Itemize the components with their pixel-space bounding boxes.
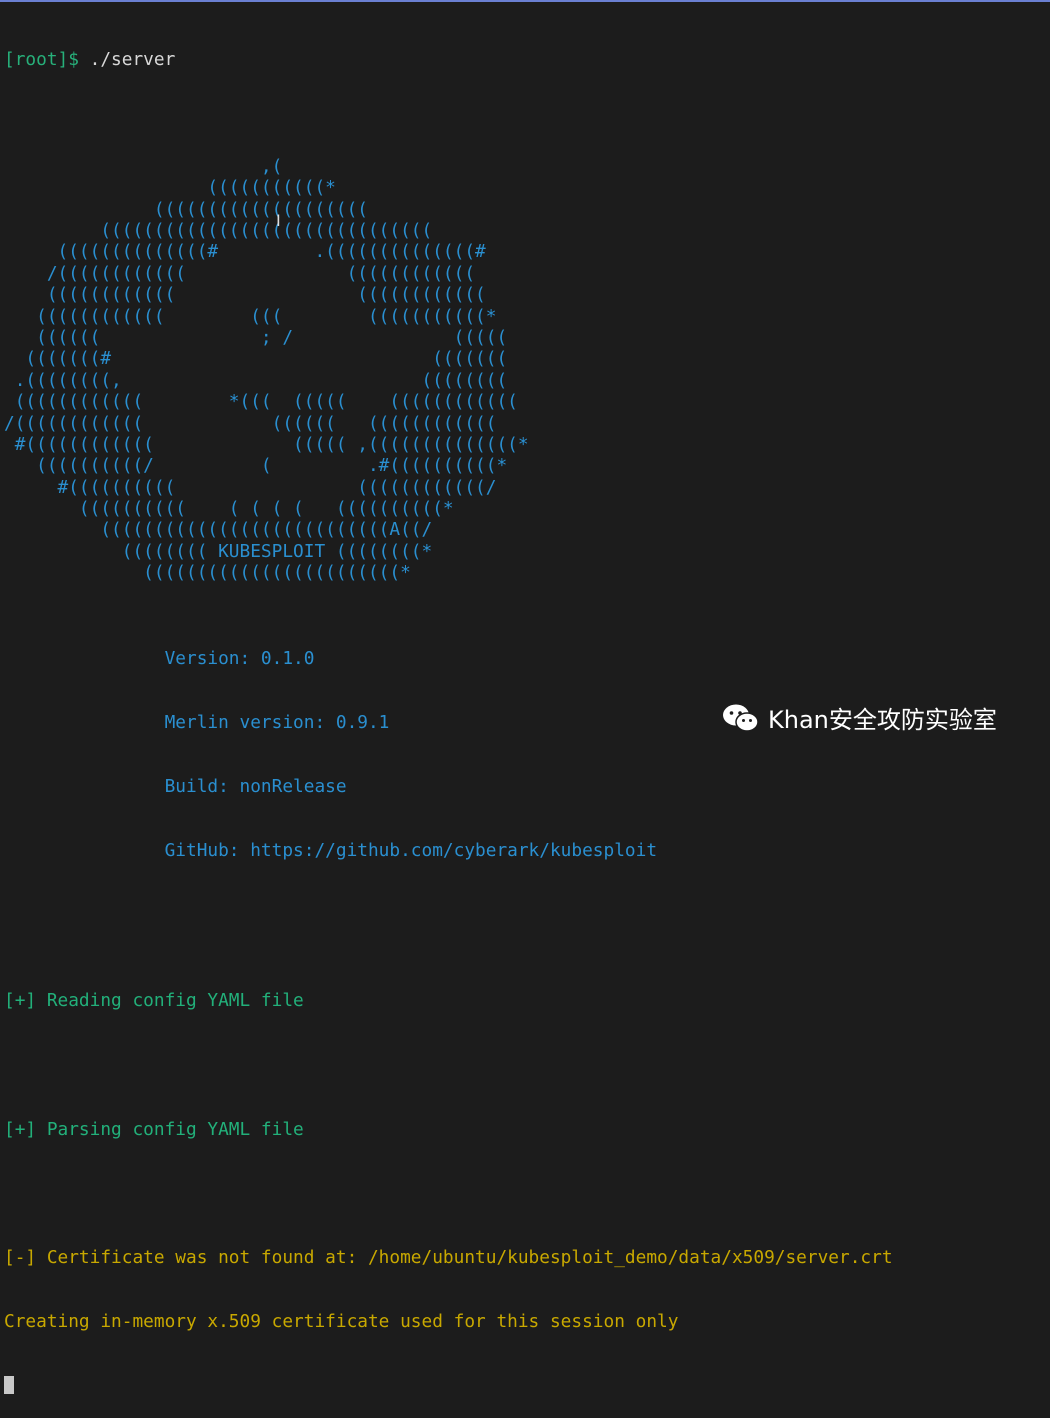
ascii-art-line: (((((( ; / ((((( — [4, 326, 508, 348]
ascii-art-line: (((((((((((((((((((( — [4, 198, 368, 220]
prompt-line: [root]$ ./server — [4, 49, 893, 70]
ascii-art-line: .((((((((, (((((((( — [4, 369, 508, 391]
ascii-art-line: (((((((((((( *((( ((((( (((((((((((( — [4, 391, 518, 413]
ascii-art-line: ((((((((((((((((((((((((* — [4, 562, 411, 584]
ascii-art-line: /(((((((((((( (((((((((((( — [4, 262, 476, 284]
github-line: GitHub: https://github.com/cyberark/kube… — [4, 840, 658, 862]
build-line: Build: nonRelease — [4, 776, 347, 798]
ascii-art-line: (((((((((( ( ( ( ( ((((((((((* — [4, 498, 454, 520]
command-text: ./server — [78, 48, 176, 70]
ascii-art-line: /(((((((((((( (((((( (((((((((((( — [4, 412, 497, 434]
parsing-config-message: [+] Parsing config YAML file — [4, 1118, 304, 1140]
ascii-art-line: (((((((( KUBESPLOIT ((((((((* — [4, 540, 433, 562]
text-cursor[interactable] — [4, 1376, 14, 1395]
wechat-icon — [722, 703, 760, 733]
ascii-art-line: ,( — [4, 155, 283, 177]
certificate-creation-message: Creating in-memory x.509 certificate use… — [4, 1311, 679, 1333]
ascii-art-line — [4, 134, 893, 155]
certificate-warning: [-] Certificate was not found at: /home/… — [4, 1247, 893, 1269]
ascii-art-line: (((((((((((( ((( (((((((((((* — [4, 305, 497, 327]
ascii-art-line: #(((((((((((( ((((( ,((((((((((((((* — [4, 433, 529, 455]
ascii-art-line: (((((((((((* — [4, 177, 336, 199]
version-line: Version: 0.1.0 — [4, 647, 315, 669]
ascii-art-logo: ,( (((((((((((* (((((((((((((((((((( (((… — [4, 134, 893, 583]
watermark-text: Khan安全攻防实验室 — [768, 706, 997, 734]
reading-config-message: [+] Reading config YAML file — [4, 990, 304, 1012]
ascii-art-line: ((((((((((((((# .((((((((((((((# — [4, 241, 486, 263]
ascii-art-line: (((((((((((((((((((((((((((A((/ — [4, 519, 433, 541]
ascii-art-line: #(((((((((( ((((((((((((/ — [4, 476, 497, 498]
watermark: Khan安全攻防实验室 — [722, 700, 997, 735]
cursor-line[interactable] — [4, 1375, 893, 1396]
ascii-art-line: ((((((((((((((((((((((((((((((( — [4, 219, 433, 241]
ascii-art-line: (((((((# ((((((( — [4, 348, 508, 370]
window-top-border — [0, 0, 1050, 2]
ascii-art-line: ((((((((((/ ( .#((((((((((* — [4, 455, 508, 477]
mouse-ibeam-cursor-icon: I — [276, 211, 281, 230]
prompt-user: [root]$ — [4, 48, 79, 70]
ascii-art-line: (((((((((((( (((((((((((( — [4, 284, 486, 306]
